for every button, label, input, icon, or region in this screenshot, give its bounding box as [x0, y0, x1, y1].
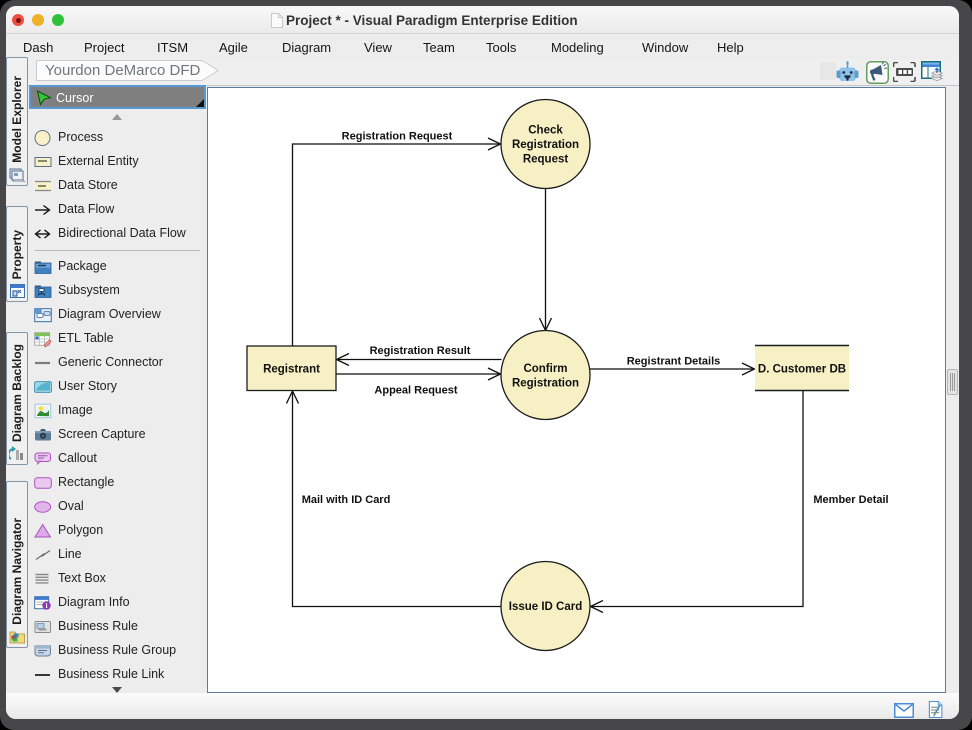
- svg-text:Request: Request: [523, 154, 569, 166]
- svg-text:Registration: Registration: [512, 378, 579, 390]
- svg-text:Registration Request: Registration Request: [342, 131, 453, 143]
- svg-text:Member Detail: Member Detail: [813, 494, 888, 506]
- svg-text:Registration: Registration: [512, 139, 579, 151]
- svg-text:i: i: [45, 601, 47, 610]
- svg-text:Mail with ID Card: Mail with ID Card: [302, 494, 391, 506]
- svg-text:Registration Result: Registration Result: [370, 345, 471, 357]
- svg-text:Registrant Details: Registrant Details: [627, 356, 721, 368]
- svg-text:D. Customer DB: D. Customer DB: [758, 364, 846, 376]
- svg-text:Check: Check: [528, 125, 563, 137]
- svg-text:Issue ID Card: Issue ID Card: [509, 601, 583, 613]
- svg-text:Registrant: Registrant: [263, 364, 320, 376]
- svg-text:Appeal Request: Appeal Request: [374, 385, 457, 397]
- svg-text:Confirm: Confirm: [523, 363, 567, 375]
